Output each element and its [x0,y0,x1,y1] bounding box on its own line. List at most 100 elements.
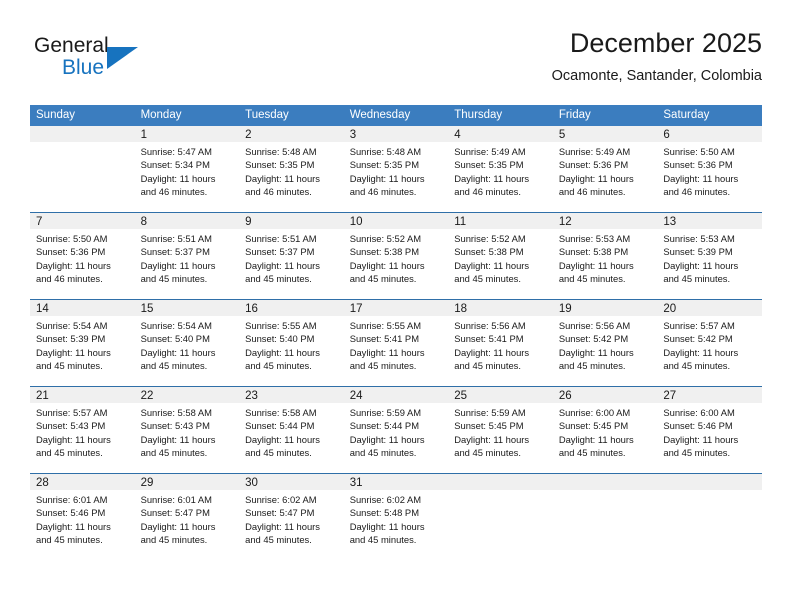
weekday-header-sunday: Sunday [30,105,135,126]
calendar-day-cell[interactable]: 23 Sunrise: 5:58 AM Sunset: 5:44 PM Dayligh… [239,386,344,474]
calendar-day-cell[interactable]: 13 Sunrise: 5:53 AM Sunset: 5:39 PM Dayligh… [657,212,762,300]
sunrise-text: Sunrise: 6:01 AM [140,494,212,505]
calendar-day-cell[interactable]: 3 Sunrise: 5:48 AM Sunset: 5:35 PM Daylight… [343,126,449,213]
sunrise-text: Sunrise: 5:54 AM [140,320,212,331]
day-details: Sunrise: 5:48 AM Sunset: 5:35 PM Daylight:… [344,142,449,212]
daylight-text: Daylight: 11 hours and 45 minutes. [140,259,216,285]
calendar-day-cell[interactable]: 1 Sunrise: 5:47 AM Sunset: 5:34 PM Daylight… [134,126,240,213]
calendar-day-cell[interactable]: 21 Sunrise: 5:57 AM Sunset: 5:43 PM Dayligh… [30,386,135,474]
calendar-day-cell[interactable]: 30 Sunrise: 6:02 AM Sunset: 5:47 PM Dayligh… [239,473,344,560]
calendar-day-cell[interactable]: 22 Sunrise: 5:58 AM Sunset: 5:43 PM Dayligh… [134,386,240,474]
calendar-day-cell[interactable]: 14 Sunrise: 5:54 AM Sunset: 5:39 PM Dayligh… [30,299,135,387]
day-number: 13 [657,213,762,229]
day-number [657,474,762,490]
day-details: Sunrise: 5:50 AM Sunset: 5:36 PM Daylight:… [657,142,762,212]
day-details: Sunrise: 6:00 AM Sunset: 5:45 PM Daylight:… [553,403,658,473]
calendar-day-cell[interactable]: 6 Sunrise: 5:50 AM Sunset: 5:36 PM Daylight… [657,126,762,213]
daylight-text: Daylight: 11 hours and 45 minutes. [454,259,530,285]
sunrise-text: Sunrise: 5:52 AM [349,233,422,244]
sunrise-text: Sunrise: 5:56 AM [454,320,526,331]
day-details: Sunrise: 5:51 AM Sunset: 5:37 PM Daylight:… [135,229,240,299]
day-number: 9 [239,213,344,229]
calendar-day-cell[interactable]: 18 Sunrise: 5:56 AM Sunset: 5:41 PM Dayligh… [448,299,553,387]
day-number: 3 [343,126,449,142]
calendar-day-cell[interactable]: 27 Sunrise: 6:00 AM Sunset: 5:46 PM Dayligh… [657,386,762,474]
sunset-text: Sunset: 5:35 PM [245,159,315,171]
calendar-week-row: 7 Sunrise: 5:50 AM Sunset: 5:36 PM Daylight… [30,212,762,300]
sunrise-text: Sunrise: 5:48 AM [245,146,317,157]
calendar-day-cell[interactable]: 24 Sunrise: 5:59 AM Sunset: 5:44 PM Dayligh… [343,386,449,474]
day-details: Sunrise: 5:49 AM Sunset: 5:35 PM Daylight:… [448,142,553,212]
calendar-day-cell[interactable]: 31 Sunrise: 6:02 AM Sunset: 5:48 PM Dayligh… [343,473,449,560]
sunrise-text: Sunrise: 6:01 AM [36,494,108,505]
calendar-day-cell[interactable]: 4 Sunrise: 5:49 AM Sunset: 5:35 PM Daylight… [448,126,553,213]
sunrise-text: Sunrise: 5:55 AM [245,320,317,331]
logo-text-general: General [34,34,109,57]
sunrise-text: Sunrise: 5:58 AM [245,407,317,418]
daylight-text: Daylight: 11 hours and 45 minutes. [140,346,216,372]
day-details: Sunrise: 5:58 AM Sunset: 5:44 PM Daylight:… [239,403,344,473]
day-number: 25 [448,387,553,403]
sunset-text: Sunset: 5:44 PM [349,420,419,432]
calendar-day-cell[interactable]: 29 Sunrise: 6:01 AM Sunset: 5:47 PM Dayligh… [134,473,240,560]
calendar-week-row: 21 Sunrise: 5:57 AM Sunset: 5:43 PM Dayligh… [30,386,762,474]
day-details: Sunrise: 5:47 AM Sunset: 5:34 PM Daylight:… [135,142,240,212]
day-details: Sunrise: 5:53 AM Sunset: 5:38 PM Daylight:… [553,229,658,299]
calendar-day-cell[interactable]: 10 Sunrise: 5:52 AM Sunset: 5:38 PM Dayligh… [343,212,449,300]
sunrise-text: Sunrise: 6:02 AM [349,494,422,505]
calendar-day-cell[interactable]: 26 Sunrise: 6:00 AM Sunset: 5:45 PM Dayligh… [552,386,658,474]
sunset-text: Sunset: 5:47 PM [245,507,315,519]
sunrise-text: Sunrise: 6:00 AM [663,407,735,418]
calendar-grid: Sunday Monday Tuesday Wednesday Thursday… [30,105,762,560]
sunset-text: Sunset: 5:39 PM [663,246,733,258]
sunset-text: Sunset: 5:40 PM [140,333,210,345]
calendar-day-cell[interactable]: 16 Sunrise: 5:55 AM Sunset: 5:40 PM Dayligh… [239,299,344,387]
calendar-day-cell[interactable]: 25 Sunrise: 5:59 AM Sunset: 5:45 PM Dayligh… [448,386,553,474]
sunrise-text: Sunrise: 5:59 AM [349,407,422,418]
calendar-day-cell[interactable]: 15 Sunrise: 5:54 AM Sunset: 5:40 PM Dayligh… [134,299,240,387]
day-number [30,126,135,142]
sunset-text: Sunset: 5:37 PM [140,246,210,258]
sunrise-text: Sunrise: 5:51 AM [140,233,212,244]
calendar-body: 1 Sunrise: 5:47 AM Sunset: 5:34 PM Daylight… [30,126,762,560]
weekday-header-tuesday: Tuesday [239,105,344,126]
sunrise-text: Sunrise: 5:58 AM [140,407,212,418]
calendar-day-cell[interactable]: 12 Sunrise: 5:53 AM Sunset: 5:38 PM Dayligh… [552,212,658,300]
day-number: 18 [448,300,553,316]
day-details: Sunrise: 6:01 AM Sunset: 5:47 PM Daylight:… [135,490,240,560]
sunset-text: Sunset: 5:42 PM [663,333,733,345]
day-number: 7 [30,213,135,229]
sunset-text: Sunset: 5:38 PM [349,246,419,258]
calendar-page: General Blue December 2025 Ocamonte, San… [0,0,792,612]
day-number: 4 [448,126,553,142]
sunrise-text: Sunrise: 5:56 AM [558,320,631,331]
daylight-text: Daylight: 11 hours and 45 minutes. [245,433,320,459]
day-details: Sunrise: 5:57 AM Sunset: 5:43 PM Daylight:… [30,403,135,473]
daylight-text: Daylight: 11 hours and 46 minutes. [558,172,634,198]
calendar-day-cell[interactable]: 19 Sunrise: 5:56 AM Sunset: 5:42 PM Dayligh… [552,299,658,387]
calendar-day-cell[interactable]: 17 Sunrise: 5:55 AM Sunset: 5:41 PM Dayligh… [343,299,449,387]
calendar-day-cell[interactable]: 20 Sunrise: 5:57 AM Sunset: 5:42 PM Dayligh… [657,299,762,387]
day-number: 29 [134,474,240,490]
calendar-day-cell[interactable]: 28 Sunrise: 6:01 AM Sunset: 5:46 PM Dayligh… [30,473,135,560]
day-details: Sunrise: 5:55 AM Sunset: 5:40 PM Daylight:… [239,316,344,386]
calendar-day-cell[interactable]: 7 Sunrise: 5:50 AM Sunset: 5:36 PM Daylight… [30,212,135,300]
day-details: Sunrise: 5:59 AM Sunset: 5:45 PM Daylight:… [448,403,553,473]
weekday-header-thursday: Thursday [448,105,553,126]
calendar-day-cell[interactable]: 11 Sunrise: 5:52 AM Sunset: 5:38 PM Dayligh… [448,212,553,300]
calendar-day-cell[interactable]: 9 Sunrise: 5:51 AM Sunset: 5:37 PM Daylight… [239,212,344,300]
calendar-day-cell[interactable]: 5 Sunrise: 5:49 AM Sunset: 5:36 PM Daylight… [552,126,658,213]
day-details: Sunrise: 5:51 AM Sunset: 5:37 PM Daylight:… [239,229,344,299]
calendar-day-cell[interactable]: 8 Sunrise: 5:51 AM Sunset: 5:37 PM Daylight… [134,212,240,300]
sunrise-text: Sunrise: 5:50 AM [663,146,735,157]
daylight-text: Daylight: 11 hours and 45 minutes. [245,259,320,285]
sunrise-text: Sunrise: 5:51 AM [245,233,317,244]
day-details: Sunrise: 5:50 AM Sunset: 5:36 PM Daylight:… [30,229,135,299]
day-number: 20 [657,300,762,316]
day-details [553,490,658,560]
general-blue-logo[interactable]: General Blue [34,34,174,88]
daylight-text: Daylight: 11 hours and 46 minutes. [36,259,111,285]
calendar-day-cell[interactable]: 2 Sunrise: 5:48 AM Sunset: 5:35 PM Daylight… [239,126,344,213]
sunrise-text: Sunrise: 6:00 AM [558,407,631,418]
weekday-header-monday: Monday [134,105,240,126]
